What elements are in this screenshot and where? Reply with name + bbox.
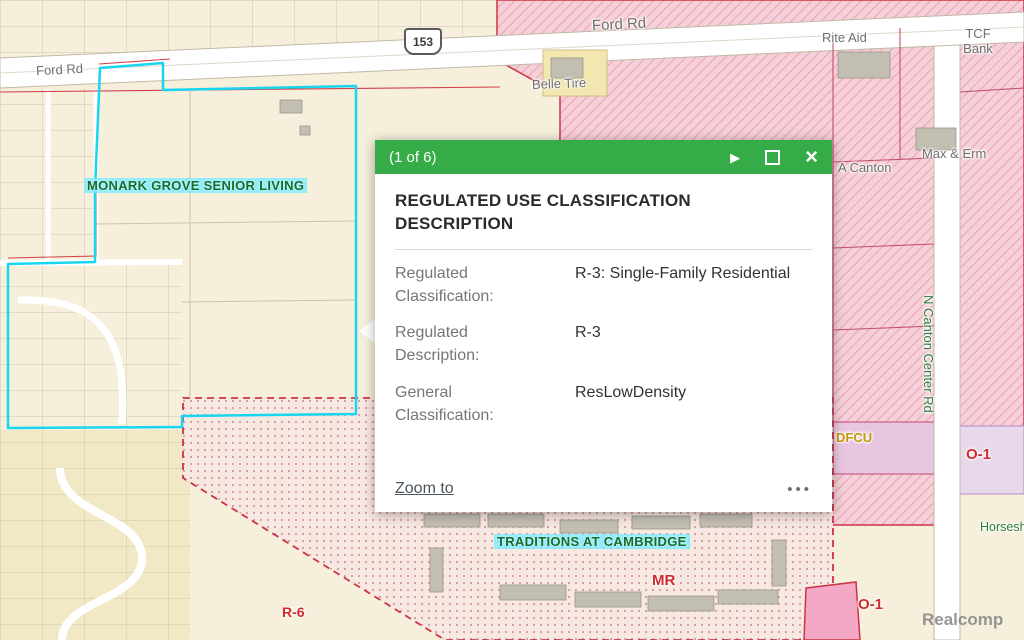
pink-parcel [804, 582, 860, 640]
popup-header: (1 of 6) ▶ × [375, 140, 832, 174]
field-label: Regulated Description: [395, 321, 545, 367]
n-canton-center-road [934, 16, 960, 640]
next-feature-icon[interactable]: ▶ [730, 151, 740, 164]
close-icon[interactable]: × [805, 146, 818, 168]
ford-rd-label-left: Ford Rd [36, 61, 84, 78]
o1-zone-label-right: O-1 [966, 446, 991, 463]
rite-aid-label: Rite Aid [822, 30, 867, 45]
traditions-label: TRADITIONS AT CAMBRIDGE [494, 534, 690, 549]
popup-title: REGULATED USE CLASSIFICATION DESCRIPTION [395, 190, 812, 236]
field-label: General Classification: [395, 381, 545, 427]
ford-rd-label-right: Ford Rd [592, 15, 647, 35]
popup-footer: Zoom to ••• [395, 480, 812, 498]
field-label: Regulated Classification: [395, 262, 545, 308]
maximize-icon[interactable] [765, 150, 780, 165]
field-row: General Classification: ResLowDensity [395, 381, 812, 427]
field-row: Regulated Description: R-3 [395, 321, 812, 367]
zoom-to-link[interactable]: Zoom to [395, 480, 454, 498]
popup-body: REGULATED USE CLASSIFICATION DESCRIPTION… [375, 174, 832, 512]
map-canvas[interactable]: Ford Rd 153 Ford Rd Belle Tire Rite Aid … [0, 0, 1024, 640]
mr-zone-label: MR [652, 572, 675, 589]
popup-divider [395, 249, 812, 250]
n-canton-center-rd-label: N Canton Center Rd [921, 295, 936, 413]
r6-zone-label: R-6 [282, 604, 305, 620]
popup-pointer [359, 318, 376, 344]
field-value: R-3: Single-Family Residential [545, 262, 812, 308]
dfcu-label: DFCU [836, 430, 872, 445]
a-canton-label: A Canton [838, 160, 892, 175]
field-row: Regulated Classification: R-3: Single-Fa… [395, 262, 812, 308]
monark-grove-label: MONARK GROVE SENIOR LIVING [84, 178, 307, 193]
field-value: R-3 [545, 321, 812, 367]
belle-tire-label: Belle Tire [532, 75, 587, 92]
horseshoe-label: Horsesh [980, 520, 1024, 534]
popup-fields: Regulated Classification: R-3: Single-Fa… [395, 262, 812, 440]
o1-zone-label-bottom: O-1 [858, 596, 883, 613]
route-153-shield: 153 [404, 28, 442, 55]
popup-pager: (1 of 6) [389, 149, 437, 166]
more-options-button[interactable]: ••• [787, 481, 812, 498]
realcomp-watermark: Realcomp [922, 610, 1003, 630]
max-erm-label: Max & Erm [922, 146, 986, 161]
feature-popup: (1 of 6) ▶ × REGULATED USE CLASSIFICATIO… [375, 140, 832, 512]
tcf-bank-label: TCF Bank [952, 26, 1004, 56]
field-value: ResLowDensity [545, 381, 812, 427]
